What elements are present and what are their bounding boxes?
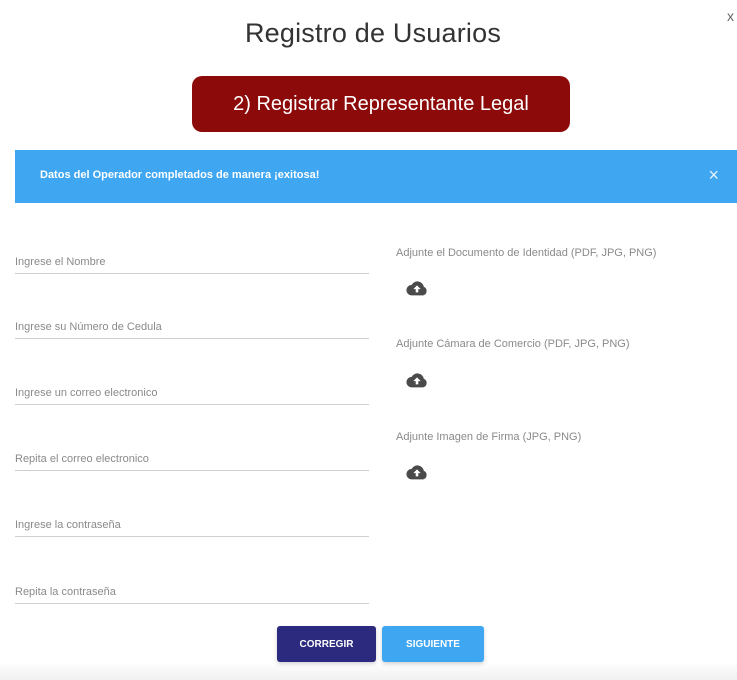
bottom-shadow: [0, 662, 737, 680]
step-indicator: 2) Registrar Representante Legal: [192, 76, 570, 132]
page-title: Registro de Usuarios: [244, 18, 502, 48]
upload-firma-label: Adjunte Imagen de Firma (JPG, PNG): [396, 431, 582, 443]
email-confirm-input[interactable]: [15, 440, 369, 470]
cedula-input[interactable]: [15, 308, 369, 338]
corregir-button[interactable]: CORREGIR: [277, 626, 376, 662]
email-field-wrapper: [15, 374, 369, 405]
alert-message: Datos del Operador completados de manera…: [40, 169, 320, 181]
name-input[interactable]: [15, 243, 369, 273]
password-confirm-input[interactable]: [15, 573, 369, 603]
password-input[interactable]: [15, 506, 369, 536]
cloud-upload-icon[interactable]: [406, 280, 428, 296]
siguiente-button[interactable]: SIGUIENTE: [382, 626, 484, 662]
email-confirm-field-wrapper: [15, 440, 369, 471]
cloud-upload-icon[interactable]: [406, 372, 428, 388]
upload-id-label: Adjunte el Documento de Identidad (PDF, …: [396, 247, 657, 259]
password-field-wrapper: [15, 506, 369, 537]
step-label: 2) Registrar Representante Legal: [233, 92, 529, 115]
registration-modal: x Registro de Usuarios 2) Registrar Repr…: [0, 0, 737, 680]
name-field-wrapper: [15, 243, 369, 274]
cedula-field-wrapper: [15, 308, 369, 339]
cloud-upload-icon[interactable]: [406, 464, 428, 480]
upload-camara-label: Adjunte Cámara de Comercio (PDF, JPG, PN…: [396, 338, 630, 350]
password-confirm-field-wrapper: [15, 573, 369, 604]
alert-close-button[interactable]: ×: [708, 164, 719, 186]
success-alert: Datos del Operador completados de manera…: [15, 150, 737, 203]
email-input[interactable]: [15, 374, 369, 404]
